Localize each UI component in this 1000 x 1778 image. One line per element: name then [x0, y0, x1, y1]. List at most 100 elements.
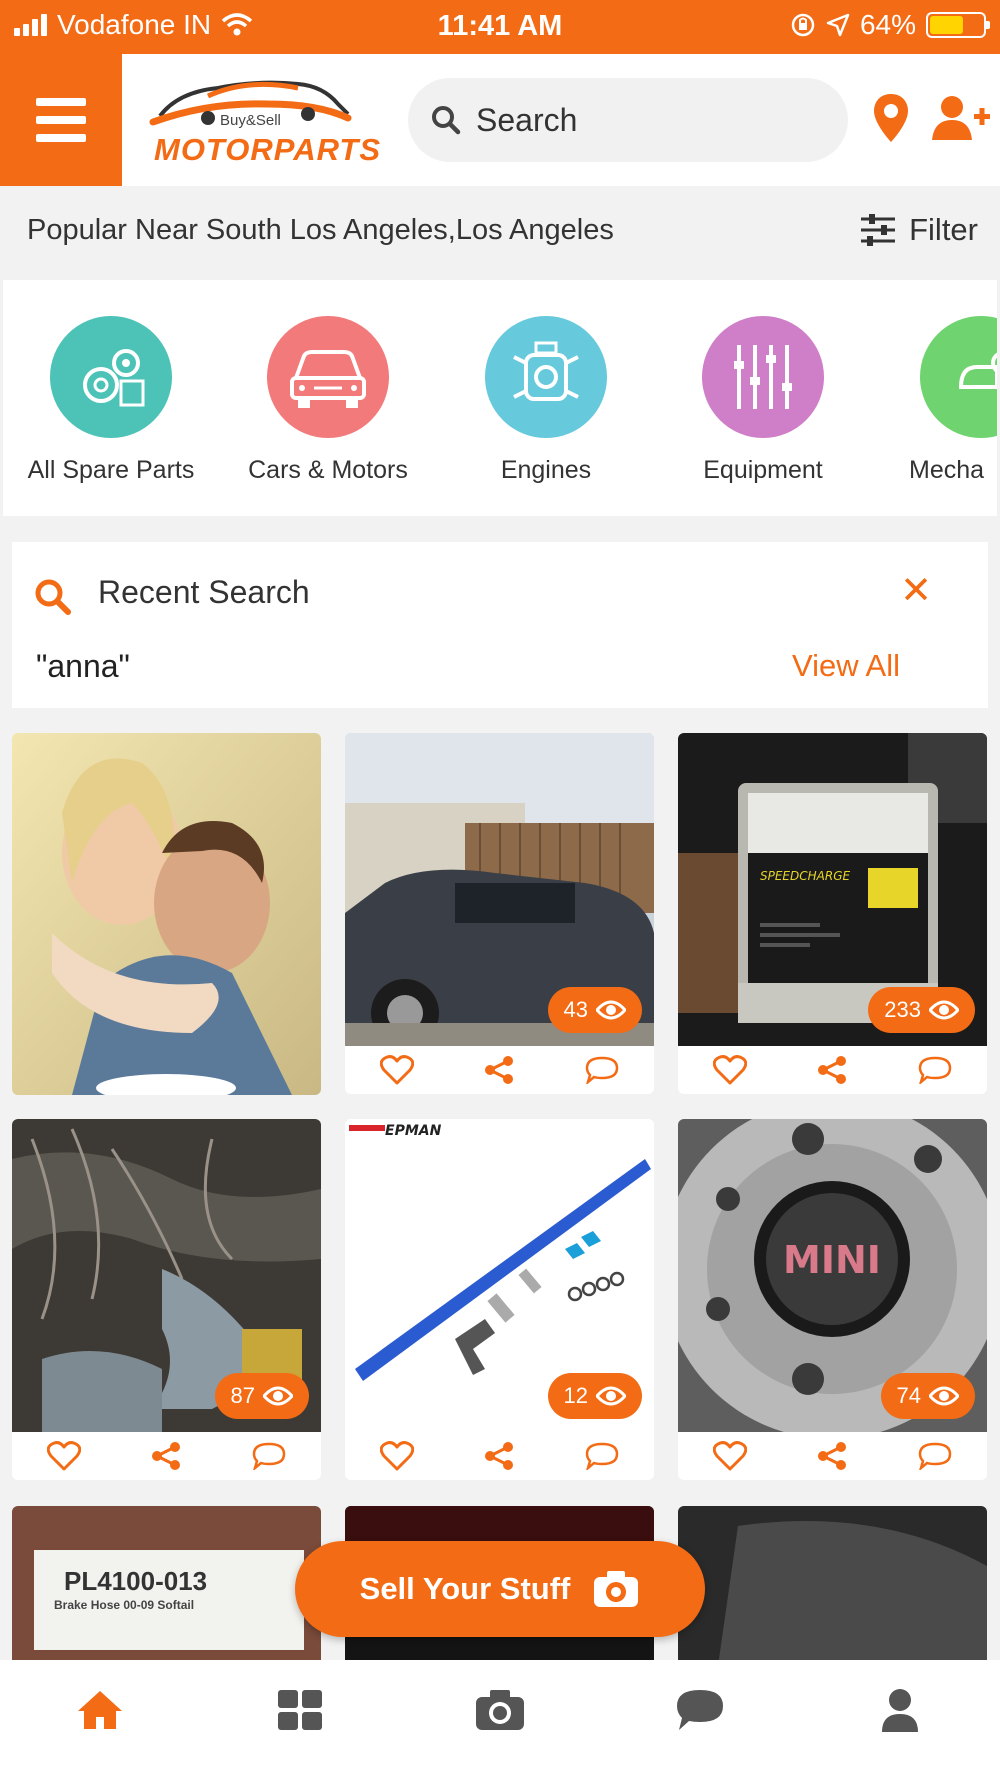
- search-bar[interactable]: [408, 78, 848, 162]
- location-bar: Popular Near South Los Angeles,Los Angel…: [0, 186, 1000, 280]
- listing-card[interactable]: MINI 74: [678, 1119, 987, 1480]
- nav-categories[interactable]: [260, 1680, 340, 1740]
- category-label: Cars & Motors: [248, 456, 408, 484]
- listing-image: [12, 733, 321, 1095]
- comment-icon[interactable]: [585, 1442, 619, 1470]
- card-actions: [12, 1432, 321, 1480]
- card-actions: [345, 1046, 654, 1094]
- chat-icon: [677, 1690, 723, 1730]
- nav-camera[interactable]: [460, 1680, 540, 1740]
- location-arrow-icon: [826, 13, 850, 37]
- sell-your-stuff-button[interactable]: Sell Your Stuff: [295, 1541, 705, 1637]
- engine-icon: [485, 316, 607, 438]
- share-icon[interactable]: [484, 1055, 514, 1085]
- comment-icon[interactable]: [252, 1442, 286, 1470]
- filter-button[interactable]: Filter: [861, 212, 978, 248]
- view-count-badge: 74: [880, 1373, 975, 1419]
- listing-card[interactable]: EPMAN 12: [345, 1119, 654, 1480]
- mechanic-icon: [920, 316, 997, 438]
- category-mechanics[interactable]: Mecha: [881, 316, 997, 485]
- search-icon: [35, 579, 71, 615]
- listing-card[interactable]: PL4100-013 Brake Hose 00-09 Softail: [12, 1506, 321, 1666]
- heart-icon[interactable]: [380, 1055, 415, 1085]
- share-icon[interactable]: [151, 1441, 181, 1471]
- app-screen: Vodafone IN 11:41 AM 64% Buy&Sell MOTORP…: [0, 0, 1000, 1778]
- view-count-badge: 43: [547, 987, 642, 1033]
- card-actions: [678, 1046, 987, 1094]
- filter-label: Filter: [909, 212, 978, 247]
- svg-text:EPMAN: EPMAN: [385, 1123, 442, 1139]
- recent-search-panel: Recent Search ✕ "anna" View All: [12, 542, 988, 708]
- view-count-badge: 233: [868, 987, 975, 1033]
- view-count: 74: [896, 1383, 921, 1408]
- camera-icon: [476, 1690, 524, 1730]
- sell-button-label: Sell Your Stuff: [359, 1571, 571, 1606]
- card-actions: [678, 1432, 987, 1480]
- menu-button[interactable]: [0, 54, 122, 186]
- close-icon[interactable]: ✕: [900, 568, 932, 613]
- view-count-badge: 87: [214, 1373, 309, 1419]
- menu-icon: [36, 98, 86, 106]
- category-equipment[interactable]: Equipment: [663, 316, 863, 485]
- svg-text:SPEEDCHARGE: SPEEDCHARGE: [760, 869, 851, 883]
- listing-card[interactable]: [678, 1506, 987, 1666]
- share-icon[interactable]: [817, 1441, 847, 1471]
- category-all-spare-parts[interactable]: All Spare Parts: [11, 316, 211, 485]
- heart-icon[interactable]: [713, 1055, 748, 1085]
- listing-image: [678, 1506, 987, 1666]
- logo-wordmark: MOTORPARTS: [154, 132, 382, 167]
- category-label: Equipment: [703, 456, 823, 484]
- listing-card[interactable]: 43: [345, 733, 654, 1094]
- app-header: Buy&Sell MOTORPARTS: [0, 54, 1000, 186]
- add-user-icon[interactable]: [932, 94, 992, 142]
- nav-profile[interactable]: [860, 1680, 940, 1740]
- listing-part-desc: Brake Hose 00-09 Softail: [54, 1598, 195, 1612]
- heart-icon[interactable]: [380, 1441, 415, 1471]
- comment-icon[interactable]: [918, 1442, 952, 1470]
- gears-icon: [50, 316, 172, 438]
- heart-icon[interactable]: [713, 1441, 748, 1471]
- nav-home[interactable]: [60, 1680, 140, 1740]
- view-count: 43: [563, 997, 588, 1022]
- share-icon[interactable]: [817, 1055, 847, 1085]
- grid-icon: [278, 1690, 322, 1730]
- share-icon[interactable]: [484, 1441, 514, 1471]
- view-count: 87: [230, 1383, 255, 1408]
- category-cars-motors[interactable]: Cars & Motors: [228, 316, 428, 485]
- sliders-icon: [861, 214, 896, 246]
- camera-icon: [594, 1571, 639, 1607]
- eye-icon: [596, 1000, 626, 1020]
- comment-icon[interactable]: [585, 1056, 619, 1084]
- rotation-lock-icon: [791, 13, 815, 37]
- listing-card[interactable]: 87: [12, 1119, 321, 1480]
- status-bar: Vodafone IN 11:41 AM 64%: [0, 0, 1000, 54]
- search-input[interactable]: [476, 101, 806, 139]
- logo-tagline: Buy&Sell: [220, 112, 281, 129]
- heart-icon[interactable]: [47, 1441, 82, 1471]
- nav-messages[interactable]: [660, 1680, 740, 1740]
- car-icon: [267, 316, 389, 438]
- bottom-navigation: [0, 1660, 1000, 1778]
- listing-card[interactable]: SPEEDCHARGE 233: [678, 733, 987, 1094]
- battery-percent: 64%: [859, 9, 916, 40]
- eye-icon: [929, 1000, 959, 1020]
- listing-card[interactable]: [12, 733, 321, 1095]
- view-count: 233: [884, 997, 921, 1022]
- listing-part-number: PL4100-013: [64, 1566, 208, 1596]
- view-count-badge: 12: [547, 1373, 642, 1419]
- eye-icon: [596, 1386, 626, 1406]
- logo[interactable]: Buy&Sell MOTORPARTS: [148, 74, 380, 174]
- category-engines[interactable]: Engines: [446, 316, 646, 485]
- view-count: 12: [563, 1383, 588, 1408]
- home-icon: [78, 1691, 122, 1729]
- battery-icon: [926, 12, 990, 38]
- popular-location-text: Popular Near South Los Angeles,Los Angel…: [27, 214, 614, 246]
- eye-icon: [263, 1386, 293, 1406]
- view-all-link[interactable]: View All: [792, 648, 900, 684]
- comment-icon[interactable]: [918, 1056, 952, 1084]
- location-pin-icon[interactable]: [872, 92, 910, 146]
- recent-search-term[interactable]: "anna": [36, 648, 130, 685]
- category-carousel: All Spare Parts Cars & Motors Engines Eq…: [3, 280, 997, 516]
- category-label: All Spare Parts: [27, 456, 195, 484]
- svg-text:MINI: MINI: [783, 1238, 881, 1282]
